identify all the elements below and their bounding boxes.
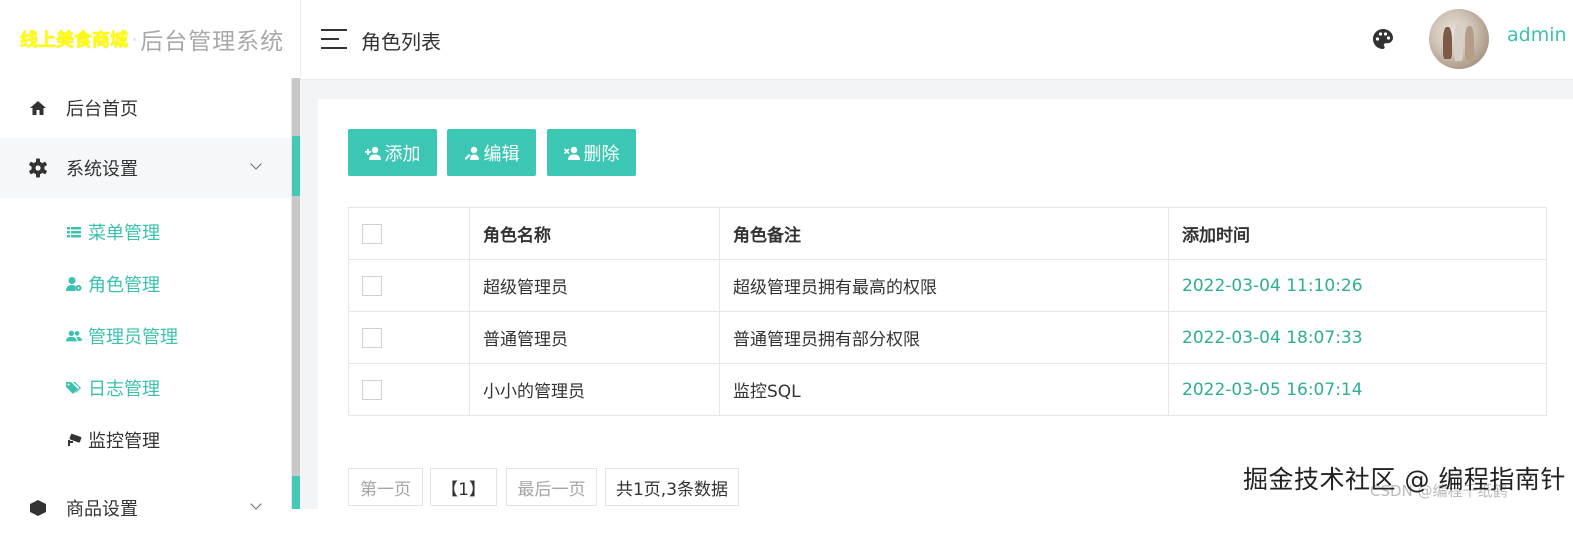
pagination-last[interactable]: 最后一页 [506,468,597,506]
avatar[interactable] [1429,9,1489,69]
role-remark-cell: 超级管理员拥有最高的权限 [719,259,1169,312]
role-remark-cell: 普通管理员拥有部分权限 [719,311,1169,364]
sidebar-item-label: 商品设置 [66,499,138,520]
chevron-down-icon [250,498,262,510]
column-header-role-remark[interactable]: 角色备注 [719,207,1169,260]
row-select-cell [348,311,470,364]
table-row[interactable]: 普通管理员 普通管理员拥有部分权限 2022-03-04 18:07:33 [348,311,1547,364]
pagination-current-page[interactable]: 【1】 [430,468,497,506]
pagination-first[interactable]: 第一页 [348,468,423,506]
scrollbar-thumb[interactable] [292,136,300,196]
column-header-role-name[interactable]: 角色名称 [469,207,720,260]
users-icon [66,328,82,344]
role-remark-cell: 监控SQL [719,363,1169,416]
subitem-label: 角色管理 [88,275,160,296]
delete-button[interactable]: 删除 [547,129,636,176]
row-select-cell [348,363,470,416]
home-icon [28,98,48,118]
table-row[interactable]: 超级管理员 超级管理员拥有最高的权限 2022-03-04 11:10:26 [348,259,1547,312]
sidebar-subitem-monitor-manage[interactable]: 监控管理 [66,420,160,460]
select-all-cell [348,207,470,260]
watermark: 掘金技术社区 @ 编程指南针 [1243,465,1566,494]
select-all-checkbox[interactable] [362,223,382,244]
palette-icon[interactable] [1371,27,1395,51]
tags-icon [66,380,82,396]
edit-button[interactable]: 编辑 [447,129,536,176]
sidebar-subitem-log-manage[interactable]: 日志管理 [66,368,160,408]
role-name-cell: 小小的管理员 [469,363,720,416]
box-icon [28,498,48,518]
sidebar-item-home[interactable]: 后台首页 [0,78,291,138]
table-row[interactable]: 小小的管理员 监控SQL 2022-03-05 16:07:14 [348,363,1547,416]
user-edit-icon [464,146,482,160]
chevron-down-icon [250,158,262,170]
sidebar-item-label: 后台首页 [66,99,138,120]
user-times-icon [563,146,582,160]
top-header: 角色列表 admin [300,0,1573,80]
brand-separator: · [132,29,138,49]
user-plus-icon [364,146,383,160]
row-checkbox[interactable] [362,327,382,348]
brand-name: 线上美食商城 [20,30,128,51]
sidebar-subitem-menu-manage[interactable]: 菜单管理 [66,212,160,252]
subitem-label: 监控管理 [88,431,160,452]
added-time-cell: 2022-03-05 16:07:14 [1168,363,1547,416]
role-name-cell: 超级管理员 [469,259,720,312]
sidebar-subitem-role-manage[interactable]: 角色管理 [66,264,160,304]
subitem-label: 管理员管理 [88,327,178,348]
pagination-info: 共1页,3条数据 [605,468,739,506]
hamburger-icon[interactable] [321,29,347,49]
row-checkbox[interactable] [362,275,382,296]
subitem-label: 日志管理 [88,379,160,400]
brand-logo: 线上美食商城 · 后台管理系统 [0,0,300,78]
sidebar-item-label: 系统设置 [66,159,138,180]
sidebar-item-product-settings[interactable]: 商品设置 [0,478,291,538]
subitem-label: 菜单管理 [88,223,160,244]
page-title: 角色列表 [361,30,441,54]
add-button[interactable]: 添加 [348,129,437,176]
add-button-label: 添加 [384,143,421,165]
added-time-cell: 2022-03-04 11:10:26 [1168,259,1547,312]
sidebar-subitem-admin-manage[interactable]: 管理员管理 [66,316,178,356]
row-select-cell [348,259,470,312]
role-table: 角色名称 角色备注 添加时间 超级管理员 超级管理员拥有最高的权限 2022-0… [348,207,1547,416]
user-gear-icon [66,276,82,292]
scrollbar-thumb-lower[interactable] [292,476,300,509]
added-time-cell: 2022-03-04 18:07:33 [1168,311,1547,364]
sidebar-scrollbar[interactable] [291,78,300,509]
brand-subtitle: 后台管理系统 [140,29,285,55]
list-icon [66,224,82,240]
user-name[interactable]: admin [1507,24,1567,46]
table-header-row: 角色名称 角色备注 添加时间 [348,207,1547,260]
column-header-added-time[interactable]: 添加时间 [1168,207,1547,260]
gear-icon [28,158,48,178]
cctv-icon [66,432,82,448]
row-checkbox[interactable] [362,379,382,400]
delete-button-label: 删除 [583,143,620,165]
edit-button-label: 编辑 [483,143,520,165]
role-name-cell: 普通管理员 [469,311,720,364]
sidebar-item-system-settings[interactable]: 系统设置 [0,138,291,198]
